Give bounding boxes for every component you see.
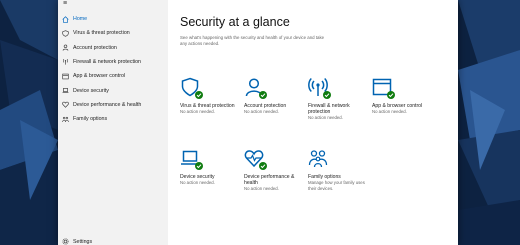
family-icon <box>308 150 328 168</box>
sidebar-nav: Home Virus & threat protection Account p… <box>58 12 168 126</box>
tile-status: No action needed. <box>180 180 215 185</box>
checkmark-icon <box>323 91 331 99</box>
main-content: Security at a glance See what's happenin… <box>168 0 458 245</box>
sidebar-item-label: Firewall & network protection <box>73 59 142 66</box>
sidebar-item-account[interactable]: Account protection <box>58 41 168 55</box>
sidebar-item-label: Device security <box>73 87 109 94</box>
sidebar-item-label: Account protection <box>73 44 117 51</box>
tile-status: No action needed. <box>244 109 279 114</box>
sidebar-item-label: Device performance & health <box>73 101 142 108</box>
tile-device-security[interactable]: Device security No action needed. <box>180 148 242 186</box>
sidebar-item-device-performance[interactable]: Device performance & health <box>58 98 168 112</box>
checkmark-icon <box>195 91 203 99</box>
page-title: Security at a glance <box>180 15 290 29</box>
tile-virus-threat[interactable]: Virus & threat protection No action need… <box>180 77 242 115</box>
page-subtitle: See what's happening with the security a… <box>180 35 325 46</box>
tile-firewall[interactable]: Firewall & network protection No action … <box>308 77 370 121</box>
tile-device-performance[interactable]: Device performance & health No action ne… <box>244 148 306 192</box>
browser-window-icon <box>62 73 69 80</box>
settings-label: Settings <box>73 238 93 245</box>
tile-title: Firewall & network protection <box>308 103 350 115</box>
checkmark-icon <box>195 162 203 170</box>
checkmark-icon <box>387 91 395 99</box>
sidebar-item-virus-threat[interactable]: Virus & threat protection <box>58 26 168 40</box>
sidebar-item-firewall[interactable]: Firewall & network protection <box>58 55 168 69</box>
tile-status: No action needed. <box>372 109 407 114</box>
heart-icon <box>62 101 69 109</box>
checkmark-icon <box>259 162 267 170</box>
tile-status: Manage how your family uses their device… <box>308 180 365 191</box>
sidebar-item-app-browser[interactable]: App & browser control <box>58 69 168 83</box>
settings-button[interactable]: Settings <box>62 238 92 245</box>
home-icon <box>62 15 69 23</box>
person-icon <box>62 44 69 51</box>
antenna-icon <box>62 58 69 66</box>
laptop-icon <box>62 87 69 94</box>
tile-title: Device performance & health <box>244 174 295 186</box>
sidebar-item-device-security[interactable]: Device security <box>58 83 168 97</box>
tile-app-browser[interactable]: App & browser control No action needed. <box>372 77 434 115</box>
sidebar-item-family[interactable]: Family options <box>58 112 168 126</box>
sidebar-item-label: Family options <box>73 116 108 123</box>
windows-security-window: ≡ Home Virus & threat protection Account… <box>58 0 458 245</box>
shield-icon <box>62 30 69 37</box>
sidebar: ≡ Home Virus & threat protection Account… <box>58 0 168 245</box>
tile-status: No action needed. <box>244 186 279 191</box>
tile-status: No action needed. <box>308 115 343 120</box>
sidebar-item-label: Home <box>73 16 88 23</box>
tile-status: No action needed. <box>180 109 215 114</box>
tile-account-protection[interactable]: Account protection No action needed. <box>244 77 306 115</box>
checkmark-icon <box>259 91 267 99</box>
sidebar-item-label: App & browser control <box>73 73 126 80</box>
family-icon <box>62 116 69 123</box>
tile-family-options[interactable]: Family options Manage how your family us… <box>308 148 370 191</box>
sidebar-item-label: Virus & threat protection <box>73 30 130 37</box>
gear-icon <box>62 238 69 245</box>
hamburger-icon[interactable]: ≡ <box>63 0 67 7</box>
sidebar-item-home[interactable]: Home <box>58 12 168 26</box>
